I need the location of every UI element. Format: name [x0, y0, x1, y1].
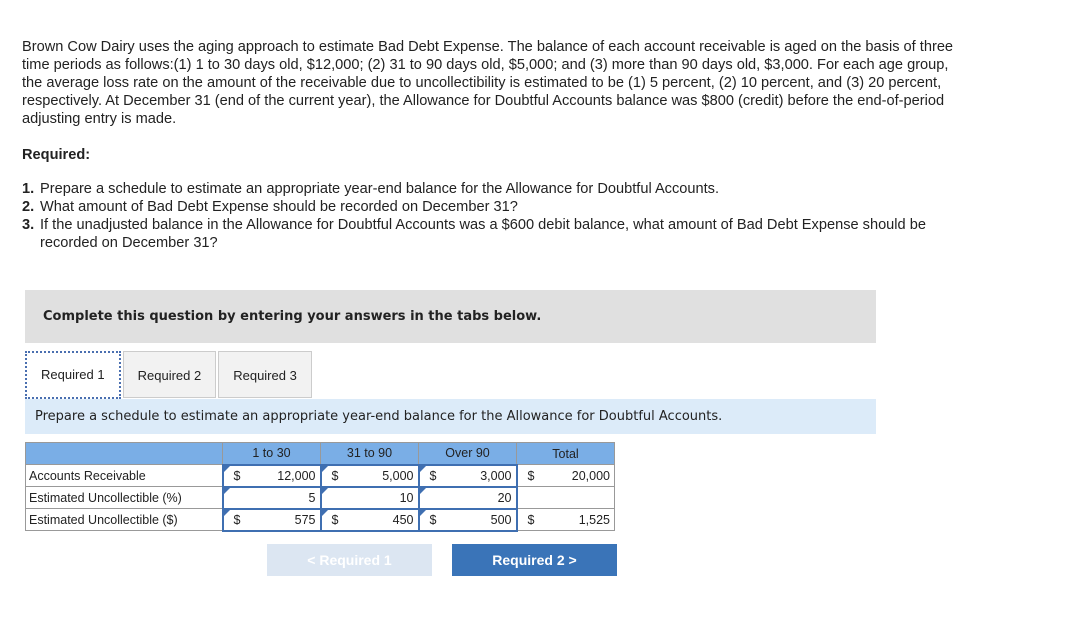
cell-value: 20	[497, 490, 512, 505]
answer-input[interactable]: $5,000	[319, 463, 420, 488]
row-label: Accounts Receivable	[25, 464, 223, 487]
instructions-banner: Complete this question by entering your …	[25, 290, 876, 343]
currency-symbol: $	[527, 468, 535, 483]
prev-required-1-button[interactable]: < Required 1	[267, 544, 432, 576]
total-cell: $20,000	[516, 464, 615, 487]
answer-input[interactable]: $450	[319, 507, 420, 532]
cell-value: 500	[490, 512, 512, 527]
requirement-text: If the unadjusted balance in the Allowan…	[40, 217, 926, 251]
requirements-list: 1. Prepare a schedule to estimate an appr…	[22, 180, 952, 252]
answer-input[interactable]: 5	[221, 485, 322, 510]
row-label: Estimated Uncollectible (%)	[25, 486, 223, 509]
total-cell	[516, 486, 615, 509]
currency-symbol: $	[233, 468, 241, 483]
tab-required-3[interactable]: Required 3	[218, 351, 312, 398]
required-heading: Required:	[22, 147, 91, 163]
requirement-number: 1.	[22, 181, 35, 197]
table-row: Estimated Uncollectible ($) $575 $450 $500 $…	[25, 507, 615, 532]
answer-input[interactable]: $12,000	[221, 463, 322, 488]
aging-schedule-table: 1 to 30 31 to 90 Over 90 Total Accounts …	[25, 442, 615, 532]
cell-value: 12,000	[277, 468, 316, 483]
header-1-to-30: 1 to 30	[222, 442, 321, 465]
requirement-item: 3. If the unadjusted balance in the Allow…	[22, 216, 952, 252]
currency-symbol: $	[331, 512, 339, 527]
cell-value: 10	[399, 490, 414, 505]
requirement-number: 3.	[22, 217, 35, 233]
requirement-text: What amount of Bad Debt Expense should b…	[40, 199, 518, 215]
header-31-to-90: 31 to 90	[320, 442, 419, 465]
cell-value: 575	[294, 512, 316, 527]
requirement-item: 2. What amount of Bad Debt Expense should…	[22, 198, 952, 216]
currency-symbol: $	[429, 512, 437, 527]
currency-symbol: $	[527, 512, 535, 527]
tab-instruction: Prepare a schedule to estimate an approp…	[25, 399, 876, 434]
requirement-item: 1. Prepare a schedule to estimate an appr…	[22, 180, 952, 198]
row-label: Estimated Uncollectible ($)	[25, 508, 223, 531]
total-cell: $1,525	[516, 508, 615, 531]
table-header-row: 1 to 30 31 to 90 Over 90 Total	[25, 442, 615, 465]
currency-symbol: $	[331, 468, 339, 483]
header-total: Total	[516, 442, 615, 465]
header-over-90: Over 90	[418, 442, 517, 465]
next-required-2-button[interactable]: Required 2 >	[452, 544, 617, 576]
cell-value: 5	[308, 490, 316, 505]
cell-value: 3,000	[480, 468, 512, 483]
total-value: 20,000	[571, 468, 610, 483]
requirement-number: 2.	[22, 199, 35, 215]
tab-required-1[interactable]: Required 1	[25, 351, 121, 399]
table-row: Accounts Receivable $12,000 $5,000 $3,000 $2…	[25, 463, 615, 488]
answer-input[interactable]: 20	[417, 485, 518, 510]
currency-symbol: $	[233, 512, 241, 527]
cell-value: 5,000	[382, 468, 414, 483]
total-value: 1,525	[578, 512, 610, 527]
tab-bar: Required 1 Required 2 Required 3	[25, 351, 314, 399]
table-row: Estimated Uncollectible (%) 5 10 20	[25, 485, 615, 510]
problem-text: Brown Cow Dairy uses the aging approach …	[22, 39, 954, 127]
answer-input[interactable]: 10	[319, 485, 420, 510]
cell-value: 450	[392, 512, 414, 527]
answer-input[interactable]: $3,000	[417, 463, 518, 488]
tab-required-2[interactable]: Required 2	[122, 351, 217, 398]
requirement-text: Prepare a schedule to estimate an approp…	[40, 181, 720, 197]
header-blank	[25, 442, 223, 465]
answer-input[interactable]: $575	[221, 507, 322, 532]
answer-input[interactable]: $500	[417, 507, 518, 532]
currency-symbol: $	[429, 468, 437, 483]
